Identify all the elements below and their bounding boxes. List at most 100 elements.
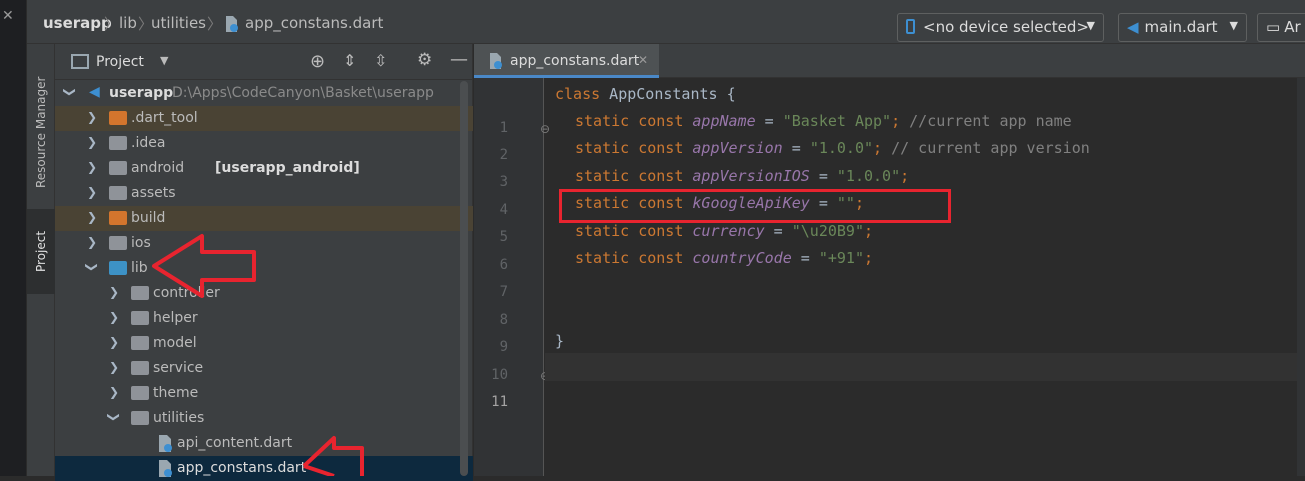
gear-icon[interactable]: ⚙: [417, 50, 432, 70]
tree-item-label: assets: [131, 185, 176, 201]
chevron-right-icon[interactable]: ❯: [109, 310, 119, 324]
code-line-2[interactable]: static const appName = "Basket App"; //c…: [575, 112, 1072, 130]
code-string: "1.0.0": [836, 167, 901, 185]
code-keyword: static const: [575, 249, 684, 267]
breadcrumb-item-utilities[interactable]: utilities: [151, 14, 206, 32]
settings-folder-icon: [109, 136, 127, 150]
code-field: appVersion: [692, 139, 783, 157]
code-field: appVersionIOS: [692, 167, 810, 185]
resource-manager-tab[interactable]: Resource Manager: [27, 52, 55, 212]
code-field: countryCode: [692, 249, 792, 267]
chevron-right-icon[interactable]: ❯: [87, 160, 97, 174]
annotation-arrow-icon: [302, 436, 364, 476]
breadcrumb-item-file[interactable]: app_constans.dart: [245, 14, 383, 32]
module-folder-icon: [109, 161, 127, 175]
project-panel-title[interactable]: Project: [96, 54, 144, 70]
resource-manager-label: Resource Manager: [34, 76, 48, 188]
avd-button[interactable]: ▭ Ar: [1257, 13, 1305, 42]
chevron-right-icon[interactable]: ❯: [109, 335, 119, 349]
tree-item-api-content[interactable]: api_content.dart: [55, 431, 473, 456]
line-number-current: 11: [491, 394, 508, 410]
close-tab-icon[interactable]: ✕: [638, 53, 648, 67]
device-manager-icon: ▭: [1266, 18, 1281, 36]
chevron-down-icon[interactable]: ▼: [160, 54, 168, 67]
chevron-down-icon[interactable]: ❯: [107, 412, 121, 422]
project-panel: Project ▼ ⊕ ⇕ ⇳ ⚙ — ❯ ◀ userapp D:\Apps\…: [55, 44, 473, 481]
code-line-6[interactable]: static const currency = "\u20B9";: [575, 222, 873, 240]
code-line-10[interactable]: }: [555, 332, 564, 350]
breadcrumb-item-userapp[interactable]: userapp: [43, 14, 112, 32]
expand-all-icon[interactable]: ⇕: [343, 51, 356, 70]
tree-root-userapp[interactable]: ❯ ◀ userapp D:\Apps\CodeCanyon\Basket\us…: [55, 81, 473, 106]
tree-item-assets[interactable]: ❯ assets: [55, 181, 473, 206]
breadcrumb-separator: 〉: [207, 15, 223, 33]
chevron-right-icon[interactable]: ❯: [109, 285, 119, 299]
run-config-selector[interactable]: ◀ main.dart ▼: [1118, 13, 1247, 42]
code-keyword: class: [555, 85, 601, 103]
tree-item-ios[interactable]: ❯ ios: [55, 231, 473, 256]
code-line-7[interactable]: static const countryCode = "+91";: [575, 249, 873, 267]
chevron-right-icon[interactable]: ❯: [87, 235, 97, 249]
code-comment: // current app version: [891, 139, 1090, 157]
line-number: 2: [499, 147, 508, 163]
code-semicolon: ;: [864, 222, 874, 240]
tree-item-helper[interactable]: ❯ helper: [55, 306, 473, 331]
code-keyword: static const: [575, 139, 684, 157]
tree-item-label: helper: [153, 310, 198, 326]
chevron-right-icon[interactable]: ❯: [87, 185, 97, 199]
tree-item-controller[interactable]: ❯ controller: [55, 281, 473, 306]
folder-icon: [131, 361, 149, 375]
chevron-right-icon[interactable]: ❯: [87, 110, 97, 124]
code-string: "Basket App": [782, 112, 892, 130]
code-line-3[interactable]: static const appVersion = "1.0.0"; // cu…: [575, 139, 1090, 157]
editor-scrollbar[interactable]: [1297, 78, 1305, 476]
tool-window-sidebar: Resource Manager Project: [27, 44, 55, 476]
close-icon[interactable]: ✕: [2, 8, 14, 24]
project-tab[interactable]: Project: [27, 209, 55, 294]
editor-tab-bar: app_constans.dart ✕: [474, 44, 1305, 78]
code-comment: //current app name: [909, 112, 1072, 130]
excluded-folder-icon: [109, 111, 127, 125]
tree-item-app-constans[interactable]: app_constans.dart: [55, 456, 473, 481]
tree-item-android[interactable]: ❯ android [userapp_android]: [55, 156, 473, 181]
chevron-right-icon[interactable]: ❯: [109, 385, 119, 399]
flutter-icon: ◀: [1127, 18, 1139, 36]
chevron-down-icon[interactable]: ❯: [63, 87, 77, 97]
chevron-right-icon[interactable]: ❯: [87, 135, 97, 149]
chevron-right-icon[interactable]: ❯: [87, 210, 97, 224]
chevron-down-icon[interactable]: ❯: [85, 262, 99, 272]
editor-tab-app-constans[interactable]: app_constans.dart ✕: [474, 44, 659, 78]
collapse-all-icon[interactable]: ⇳: [374, 51, 387, 70]
code-operator: =: [782, 139, 810, 157]
code-semicolon: ;: [891, 112, 901, 130]
tree-item-label: api_content.dart: [177, 435, 293, 451]
project-panel-header: Project ▼ ⊕ ⇕ ⇳ ⚙ —: [55, 44, 473, 80]
source-folder-icon: [109, 261, 127, 275]
code-line-1[interactable]: class AppConstants {: [555, 85, 736, 103]
current-line-highlight: [545, 353, 1305, 381]
chevron-right-icon[interactable]: ❯: [109, 360, 119, 374]
code-keyword: static const: [575, 167, 684, 185]
tree-item-service[interactable]: ❯ service: [55, 356, 473, 381]
line-number: 9: [499, 339, 508, 355]
tree-item-dart-tool[interactable]: ❯ .dart_tool: [55, 106, 473, 131]
device-selector[interactable]: <no device selected> ▼: [897, 13, 1104, 42]
code-operator: =: [809, 167, 837, 185]
tree-item-idea[interactable]: ❯ .idea: [55, 131, 473, 156]
tree-item-utilities[interactable]: ❯ utilities: [55, 406, 473, 431]
tree-item-model[interactable]: ❯ model: [55, 331, 473, 356]
breadcrumb-item-lib[interactable]: lib: [119, 14, 137, 32]
locate-icon[interactable]: ⊕: [310, 51, 325, 72]
minimize-icon[interactable]: —: [450, 49, 468, 70]
tree-item-lib[interactable]: ❯ lib: [55, 256, 473, 281]
code-line-4[interactable]: static const appVersionIOS = "1.0.0";: [575, 167, 909, 185]
code-string: "1.0.0": [809, 139, 874, 157]
project-view-icon: [71, 54, 89, 69]
line-number: 10: [491, 367, 508, 383]
tree-item-build[interactable]: ❯ build: [55, 206, 473, 231]
tree-item-theme[interactable]: ❯ theme: [55, 381, 473, 406]
code-semicolon: ;: [864, 249, 874, 267]
line-number: 5: [499, 229, 508, 245]
fold-marker-icon[interactable]: ⊖: [540, 122, 550, 136]
tree-scrollbar[interactable]: [460, 81, 468, 476]
